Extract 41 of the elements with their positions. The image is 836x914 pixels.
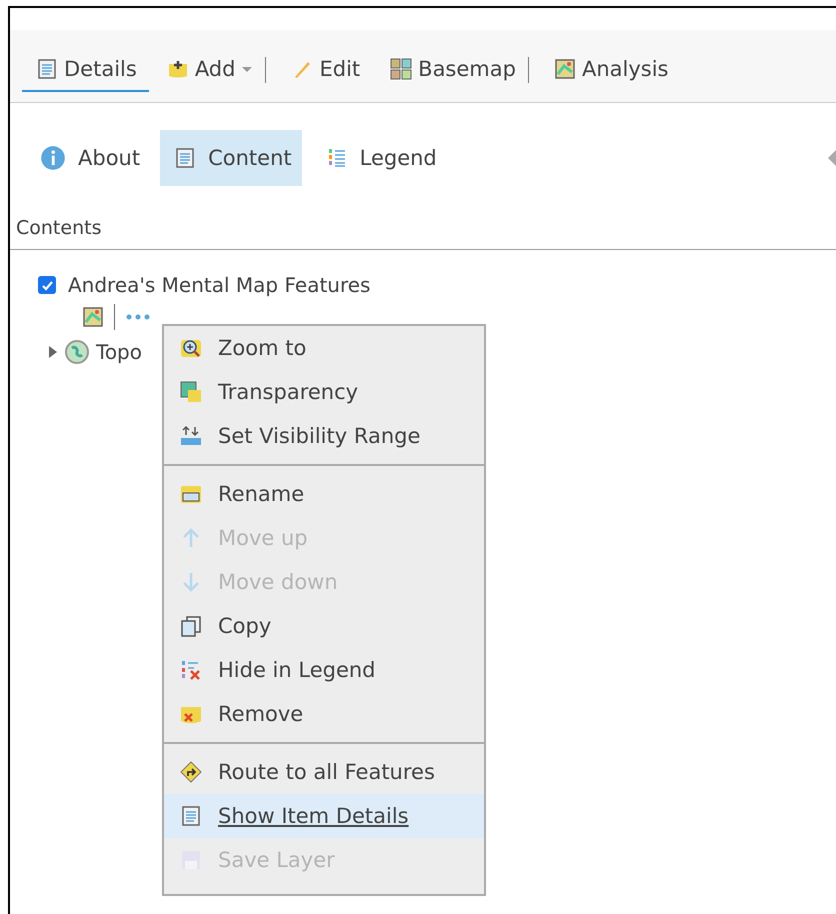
globe-icon (64, 339, 90, 365)
toolbar-tab[interactable]: Basemap (376, 48, 528, 92)
toolbar-tab[interactable]: Add (152, 48, 266, 92)
toolbar-tab[interactable]: Analysis (540, 48, 680, 92)
down-arrow-icon (180, 571, 202, 593)
toolbar-tab[interactable]: Details (22, 48, 149, 92)
panel-tab[interactable]: About (26, 130, 150, 186)
content-icon (174, 147, 196, 169)
menu-item[interactable]: Hide in Legend (164, 648, 484, 692)
details-icon (36, 58, 58, 80)
analysis-map-icon (554, 58, 576, 80)
layer-name: Andrea's Mental Map Features (68, 273, 370, 297)
menu-item[interactable]: Zoom to (164, 326, 484, 370)
expand-triangle-icon[interactable] (48, 345, 58, 359)
zoom-icon (180, 337, 202, 359)
info-icon (40, 145, 66, 171)
layer-checkbox[interactable] (38, 276, 56, 294)
layer-name: Topo (96, 340, 142, 364)
route-sign-icon (180, 761, 202, 783)
toolbar-tab[interactable]: Edit (277, 48, 372, 92)
copy-icon (180, 615, 202, 637)
menu-item[interactable]: Route to all Features (164, 750, 484, 794)
more-options-icon[interactable] (125, 313, 151, 321)
collapse-arrow-icon[interactable] (826, 150, 836, 166)
menu-item[interactable]: Copy (164, 604, 484, 648)
panel-tab[interactable]: Content (160, 130, 302, 186)
document-icon (180, 805, 202, 827)
menu-item[interactable]: Transparency (164, 370, 484, 414)
basemap-grid-icon (390, 58, 412, 80)
panel-tab[interactable]: Legend (312, 130, 447, 186)
checkmark-icon (40, 278, 54, 292)
hide-legend-icon (180, 659, 202, 681)
menu-item[interactable]: Remove (164, 692, 484, 736)
menu-item[interactable]: Rename (164, 472, 484, 516)
layer-map-icon (82, 306, 104, 328)
caret-icon (241, 65, 254, 73)
menu-item[interactable]: Show Item Details (164, 794, 484, 838)
add-layer-icon (166, 58, 189, 80)
menu-item[interactable]: Set Visibility Range (164, 414, 484, 458)
section-title: Contents (10, 187, 836, 250)
transparency-icon (180, 381, 202, 403)
